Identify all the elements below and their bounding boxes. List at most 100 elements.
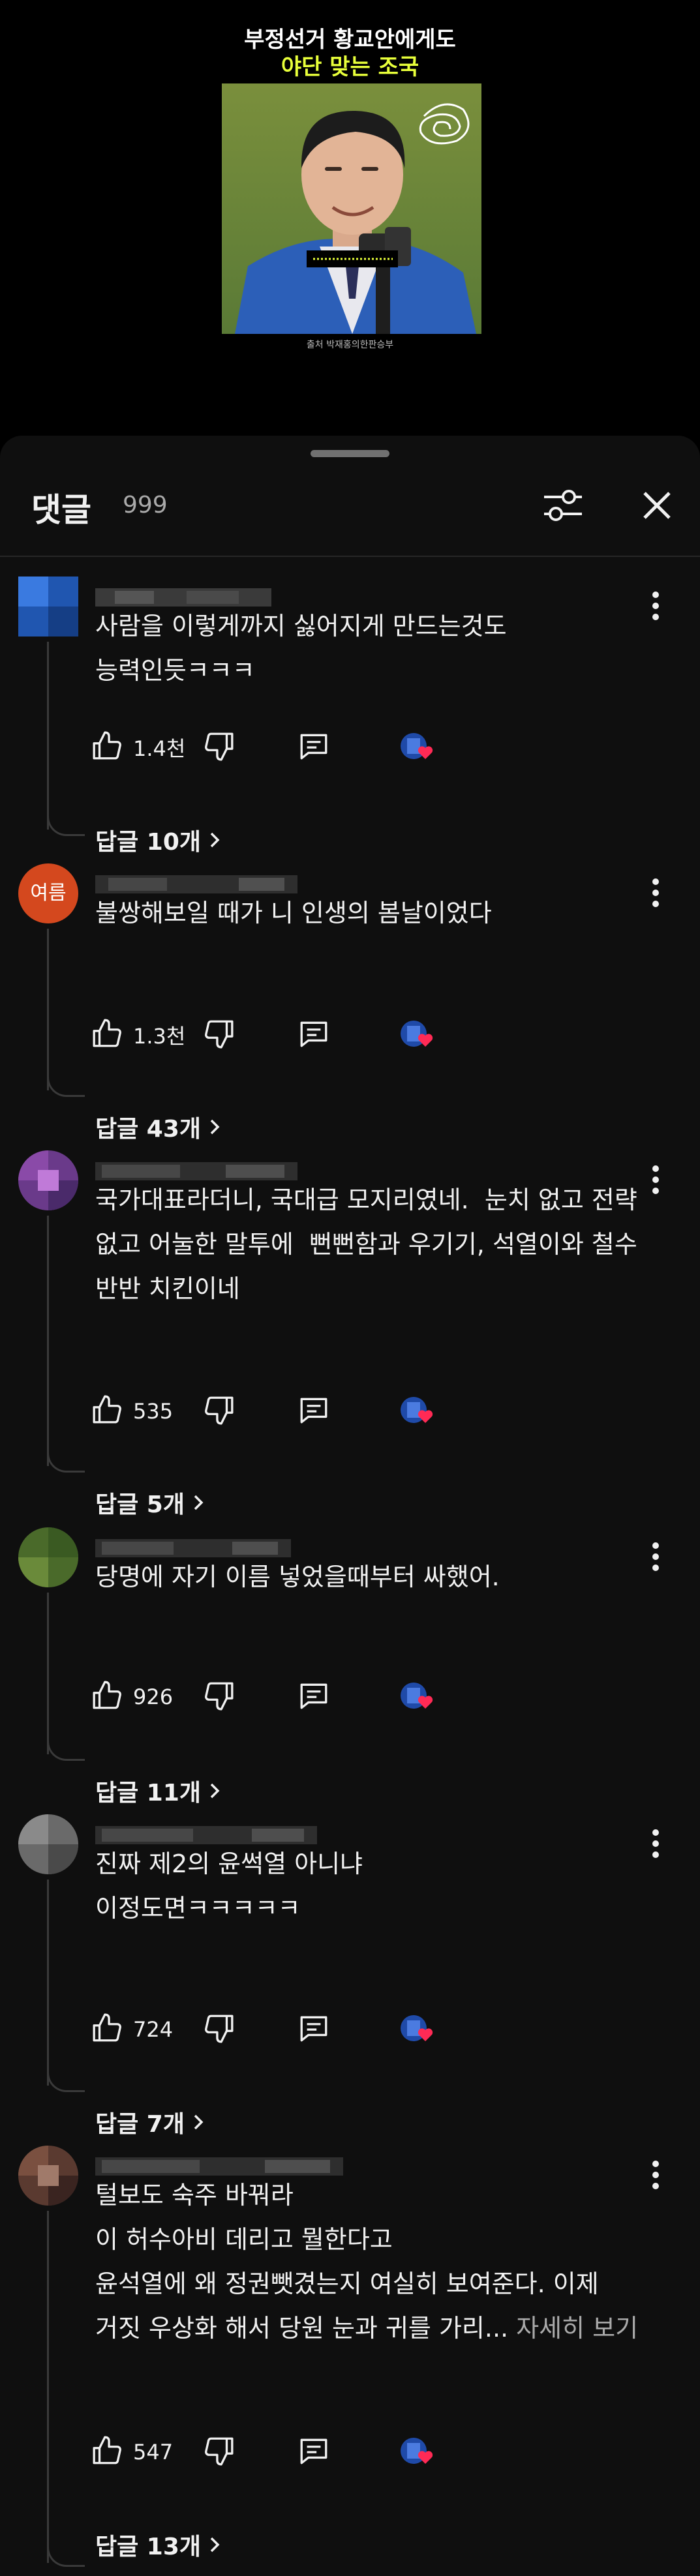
comment-item: 사람을 이렇게까지 싫어지게 만드는것도 능력인듯ㅋㅋㅋ 1.4천 답글 10개	[0, 577, 700, 863]
comment-actions: 926	[91, 1674, 548, 1720]
like-button[interactable]: 1.3천	[91, 1012, 185, 1058]
avatar[interactable]: 여름	[18, 863, 78, 923]
thread-connector	[47, 810, 85, 836]
like-button[interactable]: 1.4천	[91, 725, 185, 770]
video-title-line2: 야단 맞는 조국	[281, 54, 419, 80]
like-count: 1.4천	[133, 736, 186, 761]
thumb-up-icon	[91, 1394, 124, 1429]
comment-item: 국가대표라더니, 국대급 모지리였네. 눈치 없고 전략 없고 어눌한 말투에 …	[0, 1150, 700, 1527]
thumb-up-icon	[91, 2012, 124, 2047]
thumb-down-icon	[202, 2434, 235, 2470]
like-button[interactable]: 724	[91, 2007, 173, 2052]
comment-text: 털보도 숙주 바꿔라 이 허수아비 데리고 뭘한다고 윤석열에 왜 정권뺏겼는지…	[95, 2181, 639, 2343]
thumb-down-icon	[202, 1394, 235, 1429]
thread-line	[47, 1593, 49, 1754]
reply-button[interactable]	[297, 2429, 330, 2475]
comment-text: 국가대표라더니, 국대급 모지리였네. 눈치 없고 전략 없고 어눌한 말투에 …	[95, 1186, 637, 1303]
comment-actions: 1.4천	[91, 725, 548, 770]
comment-item: 털보도 숙주 바꿔라 이 허수아비 데리고 뭘한다고 윤석열에 왜 정권뺏겼는지…	[0, 2146, 700, 2576]
comments-title: 댓글	[31, 491, 91, 529]
comment-actions: 547	[91, 2429, 548, 2475]
thumb-down-icon	[202, 1679, 235, 1715]
thread-connector	[47, 2066, 85, 2092]
dislike-button[interactable]	[202, 725, 235, 770]
reply-button[interactable]	[297, 2007, 330, 2052]
avatar[interactable]	[18, 1527, 78, 1587]
comment-item: 여름 불쌍해보일 때가 니 인생의 봄날이었다 1.3천 답글 43개	[0, 863, 700, 1150]
replies-button[interactable]: 답글 5개	[95, 1486, 205, 1520]
reply-button[interactable]	[297, 725, 330, 770]
replies-button[interactable]: 답글 43개	[95, 1110, 222, 1144]
chevron-right-icon	[210, 832, 220, 848]
thread-line	[47, 642, 49, 830]
thumb-up-icon	[91, 2434, 124, 2470]
header-divider	[0, 556, 700, 557]
video-title-line1: 부정선거 황교안에게도	[244, 27, 456, 53]
chevron-right-icon	[194, 1495, 204, 1510]
dislike-button[interactable]	[202, 1012, 235, 1058]
thumb-up-icon	[91, 1679, 124, 1715]
thumb-up-icon	[91, 1017, 124, 1053]
dislike-button[interactable]	[202, 2429, 235, 2475]
comment-text: 당명에 자기 이름 넣었을때부터 싸했어.	[95, 1563, 500, 1591]
comment-icon	[297, 2012, 330, 2047]
comment-icon	[297, 1394, 330, 1429]
dislike-button[interactable]	[202, 1388, 235, 1434]
avatar[interactable]	[18, 1814, 78, 1874]
thread-connector	[47, 1735, 85, 1761]
chevron-right-icon	[194, 2114, 204, 2130]
reply-button[interactable]	[297, 1012, 330, 1058]
drag-handle[interactable]	[311, 450, 389, 457]
chevron-right-icon	[210, 2537, 220, 2553]
reply-button[interactable]	[297, 1674, 330, 1720]
creator-heart-icon	[395, 1012, 437, 1058]
chevron-right-icon	[210, 1119, 220, 1135]
comment-text: 사람을 이렇게까지 싫어지게 만드는것도 능력인듯ㅋㅋㅋ	[95, 612, 507, 685]
dislike-button[interactable]	[202, 1674, 235, 1720]
comment-actions: 1.3천	[91, 1012, 548, 1058]
thumb-down-icon	[202, 1017, 235, 1053]
avatar[interactable]	[18, 1150, 78, 1210]
comment-icon	[297, 2434, 330, 2470]
avatar[interactable]	[18, 577, 78, 637]
replies-button[interactable]: 답글 11개	[95, 1774, 222, 1808]
thumb-down-icon	[202, 730, 235, 765]
thread-connector	[47, 2541, 85, 2567]
comment-item: 진짜 제2의 윤썩열 아니냐 이정도면ㅋㅋㅋㅋㅋ 724 답글 7개	[0, 1814, 700, 2146]
like-button[interactable]: 535	[91, 1388, 173, 1434]
like-count: 535	[133, 1399, 174, 1424]
like-count: 926	[133, 1685, 174, 1709]
like-button[interactable]: 926	[91, 1674, 173, 1720]
comment-icon	[297, 1679, 330, 1715]
read-more-link[interactable]: 자세히 보기	[516, 2314, 638, 2343]
replies-button[interactable]: 답글 7개	[95, 2105, 205, 2139]
video-player[interactable]: 부정선거 황교안에게도 야단 맞는 조국 출처 박재홍의한판승부	[0, 0, 700, 436]
thread-line	[47, 2211, 49, 2563]
thumb-up-icon	[91, 730, 124, 765]
creator-heart-icon	[395, 725, 437, 770]
creator-heart-icon	[395, 2429, 437, 2475]
like-count: 547	[133, 2440, 174, 2464]
dislike-button[interactable]	[202, 2007, 235, 2052]
like-button[interactable]: 547	[91, 2429, 173, 2475]
close-icon[interactable]	[638, 487, 676, 524]
thread-line	[47, 1216, 49, 1466]
like-count: 724	[133, 2017, 174, 2042]
replies-button[interactable]: 답글 13개	[95, 2528, 222, 2562]
thread-connector	[47, 1446, 85, 1473]
comments-count: 999	[123, 492, 168, 518]
comment-icon	[297, 730, 330, 765]
sliders-icon[interactable]	[541, 487, 585, 524]
replies-button[interactable]: 답글 10개	[95, 823, 222, 857]
comment-icon	[297, 1017, 330, 1053]
creator-heart-icon	[395, 1674, 437, 1720]
avatar[interactable]	[18, 2146, 78, 2206]
comment-text: 불쌍해보일 때가 니 인생의 봄날이었다	[95, 899, 492, 927]
comment-item: 당명에 자기 이름 넣었을때부터 싸했어. 926 답글 11개	[0, 1527, 700, 1814]
creator-heart-icon	[395, 1388, 437, 1434]
thread-line	[47, 1880, 49, 2086]
thumb-down-icon	[202, 2012, 235, 2047]
video-frame	[222, 83, 481, 334]
thread-line	[47, 929, 49, 1090]
reply-button[interactable]	[297, 1388, 330, 1434]
